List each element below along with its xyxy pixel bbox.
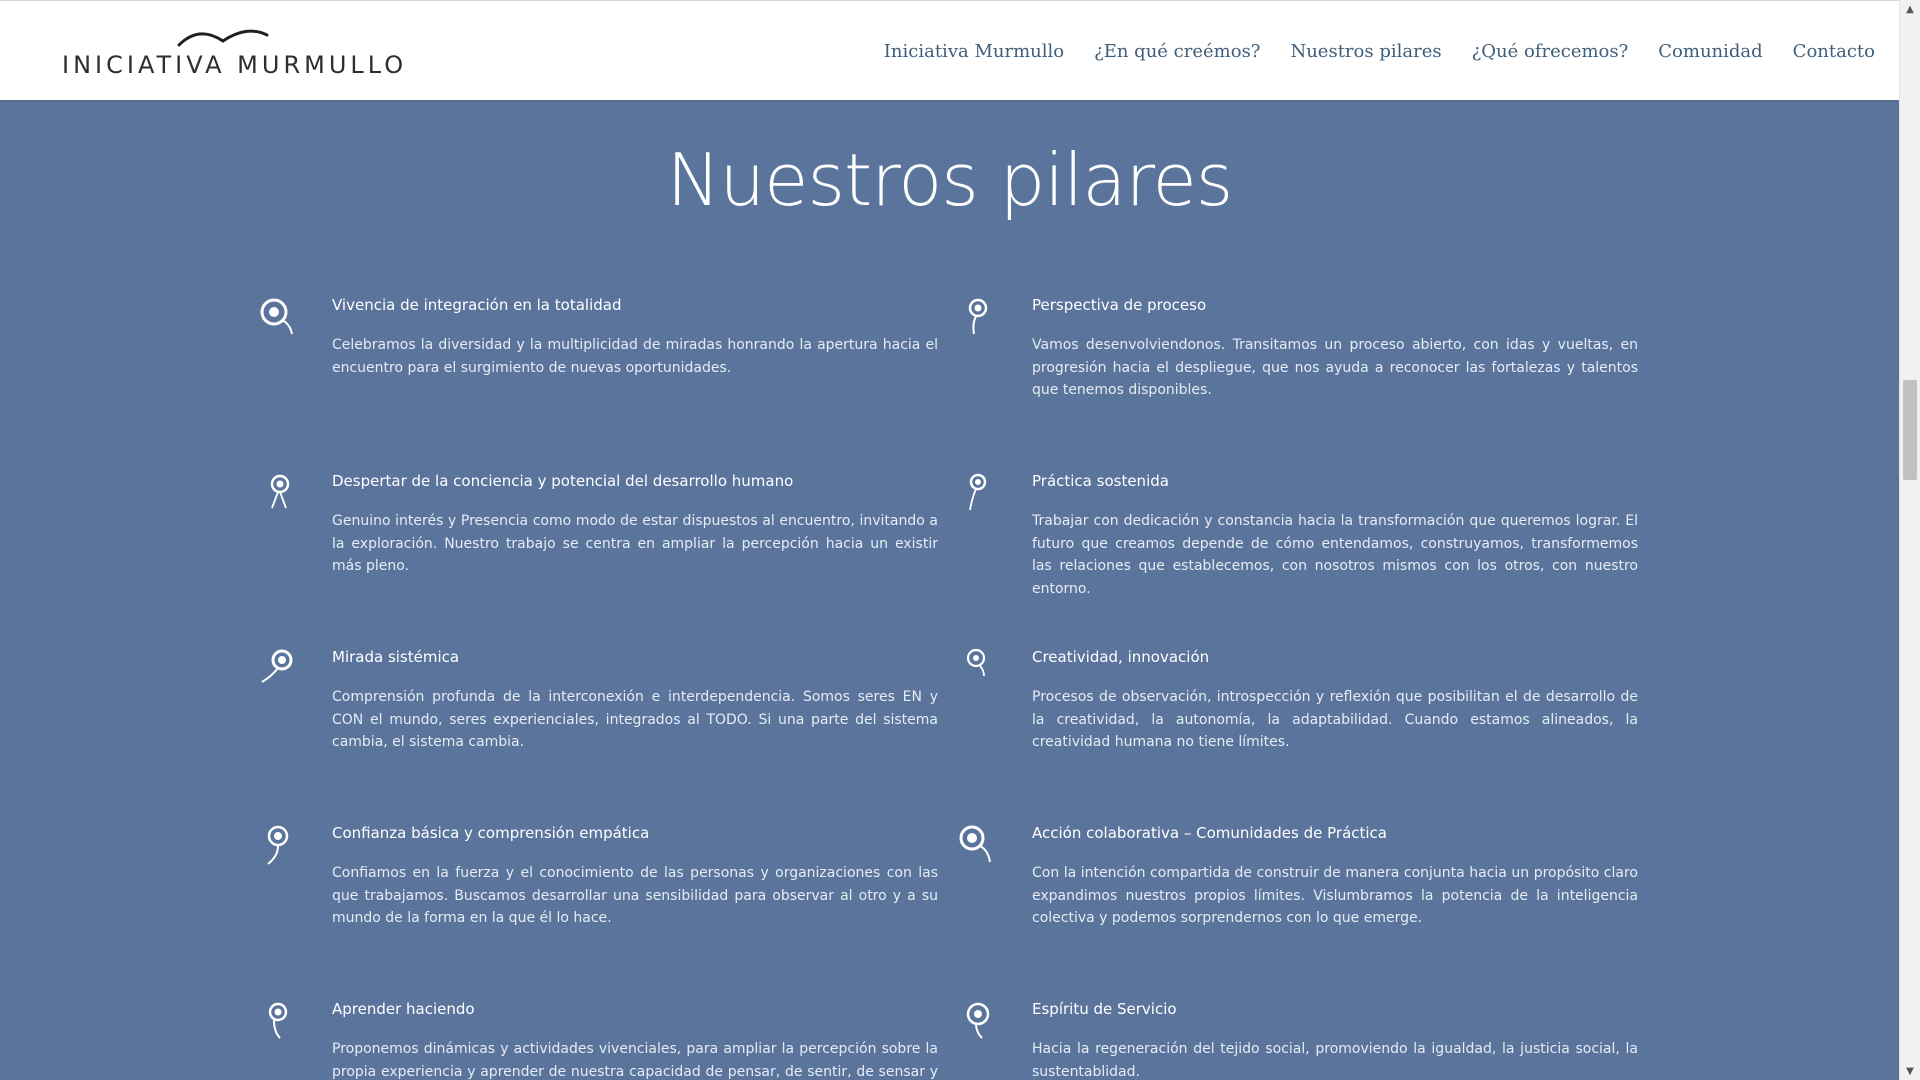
pillar-text: Confiamos en la fuerza y el conocimiento… — [332, 865, 938, 926]
circle-dot-icon — [966, 1002, 990, 1039]
pillar-text: Proponemos dinámicas y actividades viven… — [332, 1041, 938, 1080]
site-header: INICIATIVA MURMULLO Iniciativa Murmullo … — [0, 0, 1899, 100]
section-title: Nuestros pilares — [666, 138, 1234, 222]
pillar-title: Perspectiva de proceso — [1032, 296, 1207, 314]
nav-en-que-creemos[interactable]: ¿En qué creémos? — [1094, 41, 1260, 62]
vertical-scrollbar[interactable]: ▲ ▼ — [1899, 0, 1920, 1080]
scrollbar-thumb[interactable] — [1903, 380, 1917, 480]
circle-dot-icon — [261, 649, 293, 683]
site-logo[interactable]: INICIATIVA MURMULLO — [62, 23, 403, 83]
main-nav: Iniciativa Murmullo ¿En qué creémos? Nue… — [884, 41, 1875, 62]
circle-dot-icon — [260, 298, 293, 335]
nav-comunidad[interactable]: Comunidad — [1658, 41, 1762, 62]
circle-dot-icon — [969, 473, 987, 511]
pillar-title: Mirada sistémica — [332, 648, 460, 666]
circle-dot-icon — [959, 825, 991, 863]
pillar-text: Celebramos la diversidad y la multiplici… — [332, 337, 938, 376]
nav-que-ofrecemos[interactable]: ¿Qué ofrecemos? — [1472, 41, 1629, 62]
pillar-text: Genuino interés y Presencia como modo de… — [332, 513, 938, 574]
page: INICIATIVA MURMULLO Iniciativa Murmullo … — [0, 0, 1899, 1080]
circle-dot-icon — [267, 825, 289, 865]
pillar-title: Práctica sostenida — [1032, 472, 1169, 490]
bird-logo-icon — [177, 29, 269, 47]
pillar-title: Aprender haciendo — [332, 1000, 475, 1018]
nav-nuestros-pilares[interactable]: Nuestros pilares — [1290, 41, 1441, 62]
pillar-text: Comprensión profunda de la interconexión… — [332, 689, 938, 750]
circle-dot-icon — [966, 648, 986, 677]
pillar-text: Trabajar con dedicación y constancia hac… — [1032, 513, 1638, 597]
pillar-title: Creatividad, innovación — [1032, 648, 1210, 666]
pillar-text: Con la intención compartida de construir… — [1032, 865, 1638, 926]
scroll-up-arrow-icon[interactable]: ▲ — [1900, 0, 1920, 18]
pillar-title: Despertar de la conciencia y potencial d… — [332, 472, 794, 490]
pillar-text: Vamos desenvolviendonos. Transitamos un … — [1032, 337, 1638, 398]
scroll-down-arrow-icon[interactable]: ▼ — [1900, 1062, 1920, 1080]
logo-text: INICIATIVA MURMULLO — [62, 51, 408, 79]
circle-dot-icon — [968, 298, 988, 335]
pillar-title: Vivencia de integración en la totalidad — [332, 296, 622, 314]
circle-dot-icon — [270, 474, 290, 509]
nav-iniciativa-murmullo[interactable]: Iniciativa Murmullo — [884, 41, 1064, 62]
pillar-text: Procesos de observación, introspección y… — [1032, 689, 1638, 750]
pillar-title: Confianza básica y comprensión empática — [332, 824, 650, 842]
nav-contacto[interactable]: Contacto — [1793, 41, 1875, 62]
circle-dot-icon — [268, 1002, 288, 1039]
pillar-title: Acción colaborativa – Comunidades de Prá… — [1032, 824, 1387, 842]
pillar-text: Hacia la regeneración del tejido social,… — [1032, 1041, 1638, 1080]
pillar-title: Espíritu de Servicio — [1032, 1000, 1177, 1018]
